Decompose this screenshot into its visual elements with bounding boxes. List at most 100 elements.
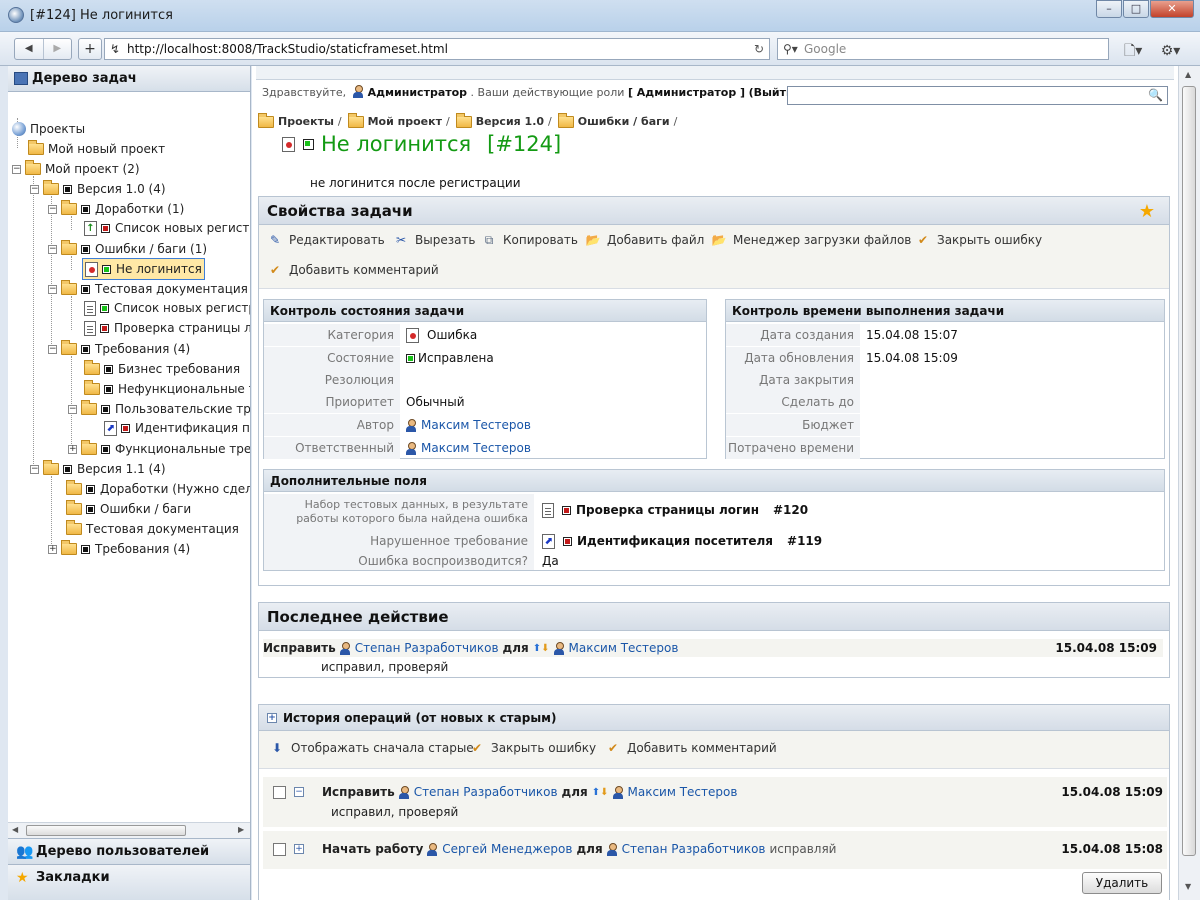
collapse-icon[interactable]: − [48,204,57,214]
from-user-link[interactable]: Степан Разработчиков [355,641,499,655]
history-item-checkbox[interactable] [273,785,286,799]
to-user-link[interactable]: Степан Разработчиков [622,842,766,856]
show-oldest-first-button[interactable]: ⬇ Отображать сначала старые [269,741,474,755]
field-label: Нарушенное требование [264,530,534,552]
collapse-icon[interactable]: − [68,404,77,414]
tree-node[interactable]: ⬈ Идентификация пос [104,419,250,437]
collapse-icon[interactable]: − [48,344,57,354]
tree-node[interactable]: Список новых регистр [84,299,250,317]
breadcrumb-item[interactable]: Ошибки / баги [578,115,670,128]
expand-icon[interactable]: + [294,844,304,854]
tree-node[interactable]: + Требования (4) [48,540,190,558]
edit-button[interactable]: ✎ Редактировать [267,233,385,247]
tree-node[interactable]: − Версия 1.0 (4) [30,180,166,198]
tree-node[interactable]: Проверка страницы ло [84,319,250,337]
settings-gear-icon[interactable]: ⚙▾ [1161,43,1181,59]
favorite-star-icon[interactable]: ★ [1139,201,1155,222]
tree-node[interactable]: − Требования (4) [48,340,190,358]
tree-node[interactable]: Ошибки / баги [66,500,191,518]
new-tab-button[interactable]: + [78,38,102,60]
scroll-right-icon[interactable]: ▶ [238,825,244,834]
tree-node[interactable]: Проекты [12,120,85,138]
tree-node[interactable]: − Пользовательские треб [68,400,250,418]
delete-button[interactable]: Удалить [1082,872,1162,894]
test-data-link[interactable]: Проверка страницы логин [576,499,759,521]
from-user-link[interactable]: Степан Разработчиков [414,785,558,799]
breadcrumb-item[interactable]: Мой проект [368,115,442,128]
url-bar[interactable]: ↯ http://localhost:8008/TrackStudio/stat… [104,38,770,60]
add-comment-history-label: Добавить комментарий [627,741,777,755]
minimize-button[interactable]: – [1096,0,1122,18]
scroll-down-icon[interactable]: ▼ [1185,882,1191,891]
history-header[interactable]: + История операций (от новых к старым) [259,705,1169,731]
from-user-link[interactable]: Сергей Менеджеров [442,842,572,856]
add-comment-history-button[interactable]: ✔ Добавить комментарий [605,741,777,755]
collapse-icon[interactable]: − [48,284,57,294]
back-button[interactable]: ◀ [15,39,44,59]
tree-node[interactable]: Доработки (Нужно сделат [66,480,250,498]
expand-icon[interactable]: + [68,444,77,454]
collapse-icon[interactable]: − [48,244,57,254]
quick-search-input[interactable]: 🔍 [787,86,1168,105]
requirement-link[interactable]: Идентификация посетителя [577,530,773,552]
tree-node[interactable]: − Версия 1.1 (4) [30,460,166,478]
scroll-up-icon[interactable]: ▲ [1185,70,1191,79]
assignee-link[interactable]: Максим Тестеров [421,437,531,459]
search-icon[interactable]: 🔍 [1148,88,1163,102]
scroll-left-icon[interactable]: ◀ [12,825,18,834]
tree-node[interactable]: − Мой проект (2) [12,160,140,178]
tree-node[interactable]: ↑ Список новых регистр [84,219,250,237]
tree-node[interactable]: + Функциональные треб [68,440,250,458]
cut-button[interactable]: ✂ Вырезать [393,233,476,247]
status-square-icon [86,504,95,514]
roles-text: . Ваши действующие роли [470,86,625,99]
tree-node[interactable]: − Тестовая документация (2 [48,280,250,298]
to-user-link[interactable]: Максим Тестеров [569,641,679,655]
selected-node[interactable]: Не логинится [82,258,205,280]
add-comment-button[interactable]: ✔ Добавить комментарий [267,263,439,277]
tree-node[interactable]: Тестовая документация [66,520,239,538]
url-text[interactable]: http://localhost:8008/TrackStudio/static… [127,42,448,56]
expand-icon[interactable]: + [267,713,277,723]
tree-node[interactable]: Нефункциональные тр [84,380,250,398]
add-file-button[interactable]: 📂 Добавить файл [585,233,705,247]
reload-icon[interactable]: ↻ [754,42,764,56]
task-name: Не логинится [321,132,472,156]
tree-horizontal-scrollbar[interactable]: ◀ ▶ [8,822,250,838]
collapse-icon[interactable]: − [12,164,21,174]
tree-node-selected[interactable]: Не логинится [82,258,205,280]
tree-node[interactable]: Бизнес требования [84,360,240,378]
page-menu-icon[interactable]: 🗋▾ [1124,43,1142,59]
to-user-link[interactable]: Максим Тестеров [628,785,738,799]
bookmarks-tab[interactable]: ★ Закладки [8,864,250,900]
status-square-icon [81,244,90,254]
close-bug-history-button[interactable]: ✔ Закрыть ошибку [469,741,596,755]
scroll-thumb[interactable] [1182,86,1196,856]
folder-icon [258,112,274,128]
task-tree-header[interactable]: Дерево задач [8,66,250,92]
author-link[interactable]: Максим Тестеров [421,414,531,436]
upload-manager-button[interactable]: 📂 Менеджер загрузки файлов [711,233,912,247]
copy-button[interactable]: ⧉ Копировать [481,233,578,247]
scroll-thumb[interactable] [26,825,186,836]
current-user[interactable]: Администратор [368,86,467,99]
collapse-icon[interactable]: − [294,787,304,797]
history-item-checkbox[interactable] [273,842,286,856]
task-properties-header: Свойства задачи ★ [259,197,1169,225]
tree-node[interactable]: − Ошибки / баги (1) [48,240,207,258]
maximize-button[interactable]: □ [1123,0,1149,18]
user-tree-tab[interactable]: 👥 Дерево пользователей [8,838,250,864]
expand-icon[interactable]: + [48,544,57,554]
breadcrumb-item[interactable]: Версия 1.0 [476,115,544,128]
forward-button[interactable]: ▶ [44,39,72,59]
tree-node[interactable]: Мой новый проект [28,140,165,158]
breadcrumb-item[interactable]: Проекты [278,115,334,128]
folder-icon [455,112,472,128]
collapse-icon[interactable]: − [30,464,39,474]
tree-node[interactable]: − Доработки (1) [48,200,184,218]
main-vertical-scrollbar[interactable]: ▲ ▼ [1178,66,1200,900]
close-button[interactable]: ✕ [1150,0,1194,18]
close-bug-button[interactable]: ✔ Закрыть ошибку [915,233,1042,247]
collapse-icon[interactable]: − [30,184,39,194]
web-search-box[interactable]: ⚲▾ Google [777,38,1109,60]
